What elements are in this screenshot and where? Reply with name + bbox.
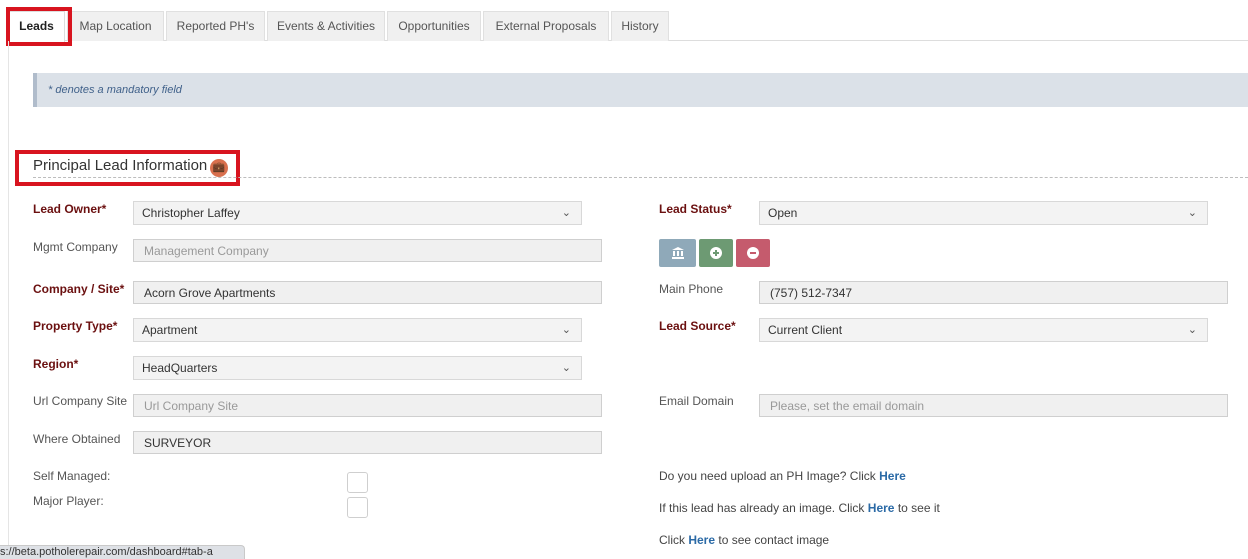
major-player-label: Major Player:: [33, 494, 104, 508]
tab-opportunities[interactable]: Opportunities: [387, 11, 481, 41]
lead-source-value: Current Client: [768, 323, 843, 337]
mgmt-company-label: Mgmt Company: [33, 240, 118, 254]
contact-image-link[interactable]: Here: [688, 533, 715, 547]
tab-events-activities[interactable]: Events & Activities: [267, 11, 385, 41]
add-button[interactable]: [699, 239, 733, 267]
chevron-down-icon: ⌄: [561, 324, 571, 336]
lead-source-label: Lead Source*: [659, 319, 736, 333]
company-button[interactable]: [659, 239, 696, 267]
tab-history[interactable]: History: [611, 11, 669, 41]
region-select[interactable]: HeadQuarters ⌄: [133, 356, 582, 380]
lead-owner-value: Christopher Laffey: [142, 206, 240, 220]
property-type-label: Property Type*: [33, 319, 118, 333]
section-divider: [33, 177, 1248, 178]
company-site-label: Company / Site*: [33, 282, 125, 296]
region-value: HeadQuarters: [142, 361, 218, 375]
main-phone-label: Main Phone: [659, 282, 724, 296]
lead-status-label: Lead Status*: [659, 202, 732, 216]
self-managed-checkbox[interactable]: [347, 472, 368, 493]
property-type-select[interactable]: Apartment ⌄: [133, 318, 582, 342]
major-player-checkbox[interactable]: [347, 497, 368, 518]
view-image-link[interactable]: Here: [868, 501, 895, 515]
remove-button[interactable]: [736, 239, 770, 267]
section-title: Principal Lead Information: [33, 157, 208, 174]
lead-owner-select[interactable]: Christopher Laffey ⌄: [133, 201, 582, 225]
self-managed-label: Self Managed:: [33, 469, 111, 483]
plus-circle-icon: [710, 246, 722, 259]
mgmt-company-input[interactable]: [133, 239, 602, 262]
where-obtained-input[interactable]: [133, 431, 602, 454]
email-domain-label: Email Domain: [659, 394, 734, 408]
building-icon: [671, 246, 684, 259]
region-label: Region*: [33, 357, 79, 371]
content-divider: [8, 41, 9, 559]
tab-external-proposals[interactable]: External Proposals: [483, 11, 609, 41]
briefcase-icon[interactable]: 💼: [210, 159, 228, 177]
contact-image-line: Click Here to see contact image: [659, 533, 829, 547]
chevron-down-icon: ⌄: [561, 207, 571, 219]
main-phone-input[interactable]: [759, 281, 1228, 304]
mandatory-notice: * denotes a mandatory field: [33, 73, 1248, 107]
company-site-input[interactable]: [133, 281, 602, 304]
tab-bar: Leads Map Location Reported PH's Events …: [8, 11, 1248, 42]
view-image-line: If this lead has already an image. Click…: [659, 501, 940, 515]
tab-map-location[interactable]: Map Location: [67, 11, 164, 41]
contact-image-text: to see contact image: [718, 533, 830, 547]
lead-owner-label: Lead Owner*: [33, 202, 107, 216]
upload-image-text: Do you need upload an PH Image? Click: [659, 469, 876, 483]
view-image-text: If this lead has already an image. Click: [659, 501, 865, 515]
tab-reported-phs[interactable]: Reported PH's: [166, 11, 265, 41]
url-company-site-label: Url Company Site: [33, 394, 128, 408]
chevron-down-icon: ⌄: [561, 362, 571, 374]
email-domain-input[interactable]: [759, 394, 1228, 417]
property-type-value: Apartment: [142, 323, 198, 337]
url-company-site-input[interactable]: [133, 394, 602, 417]
where-obtained-label: Where Obtained: [33, 432, 121, 446]
upload-image-link[interactable]: Here: [879, 469, 906, 483]
contact-image-prefix: Click: [659, 533, 685, 547]
tab-leads[interactable]: Leads: [8, 11, 65, 42]
lead-source-select[interactable]: Current Client ⌄: [759, 318, 1208, 342]
view-image-suffix: to see it: [897, 501, 940, 515]
chevron-down-icon: ⌄: [1187, 324, 1197, 336]
lead-status-value: Open: [768, 206, 798, 220]
upload-image-line: Do you need upload an PH Image? Click He…: [659, 469, 906, 483]
chevron-down-icon: ⌄: [1187, 207, 1197, 219]
lead-status-select[interactable]: Open ⌄: [759, 201, 1208, 225]
browser-status-url: s://beta.potholerepair.com/dashboard#tab…: [0, 545, 245, 559]
minus-circle-icon: [747, 246, 759, 259]
